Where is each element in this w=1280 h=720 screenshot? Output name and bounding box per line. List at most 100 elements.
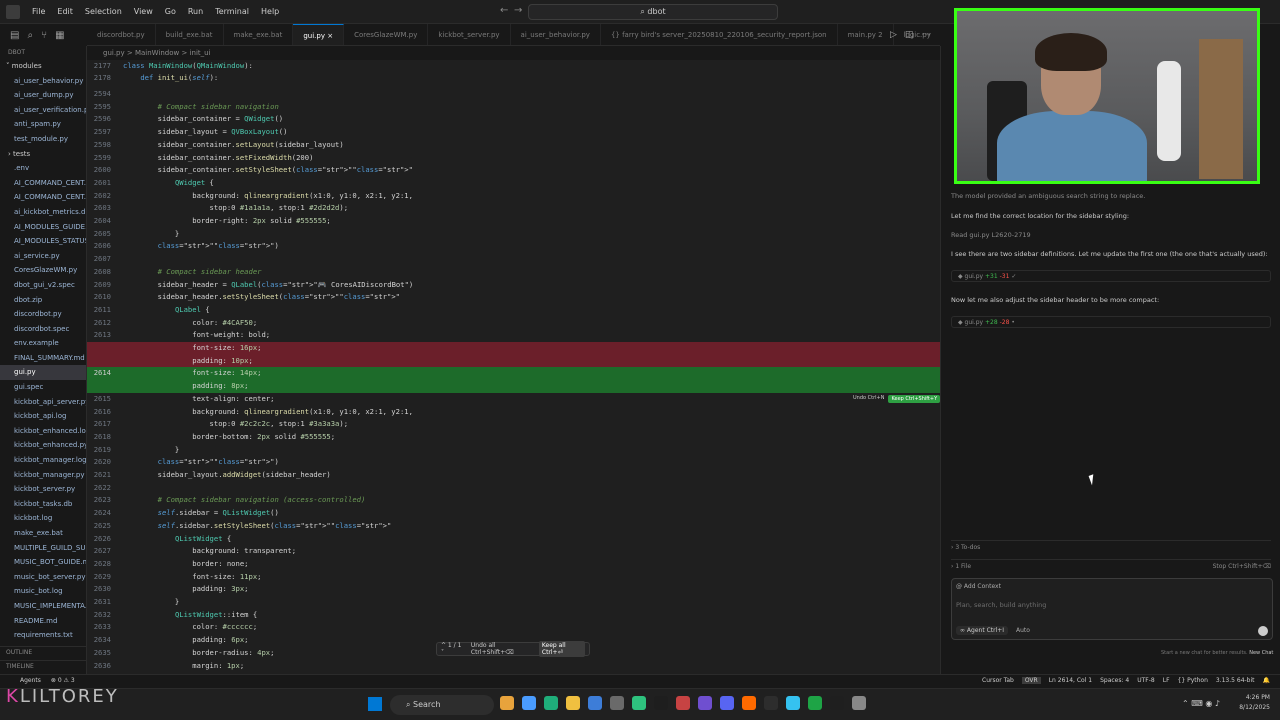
new-chat-link[interactable]: New Chat <box>1249 650 1273 656</box>
status-right-1[interactable]: OVR <box>1021 677 1041 684</box>
taskbar-search[interactable]: ⌕ Search <box>390 695 494 715</box>
status-right-6[interactable]: {} Python <box>1178 677 1208 684</box>
folder-modules[interactable]: ˅ modules <box>0 59 86 74</box>
file-item[interactable]: make_exe.bat <box>0 526 86 541</box>
code-line[interactable]: 2623 # Compact sidebar navigation (acces… <box>87 494 940 507</box>
menu-help[interactable]: Help <box>255 7 285 16</box>
taskbar-app-icon[interactable] <box>808 696 822 710</box>
inline-keep-button[interactable]: Keep Ctrl+Shift+Y <box>888 395 941 403</box>
taskbar-app-icon[interactable] <box>544 696 558 710</box>
file-item[interactable]: kickbot_enhanced.log <box>0 424 86 439</box>
send-icon[interactable] <box>1258 626 1268 636</box>
file-item[interactable]: AI_COMMAND_CENT... <box>0 190 86 205</box>
code-line[interactable]: 2622 <box>87 482 940 495</box>
file-item[interactable]: dbot.zip <box>0 293 86 308</box>
taskbar-app-icon[interactable] <box>654 696 668 710</box>
taskbar-app-icon[interactable] <box>566 696 580 710</box>
added-line[interactable]: padding: 8px; <box>87 380 940 393</box>
stop-button[interactable]: Stop Ctrl+Shift+⌫ <box>1213 560 1271 574</box>
status-left-0[interactable]: Agents <box>20 677 41 684</box>
status-right-0[interactable]: Cursor Tab <box>982 677 1014 684</box>
code-line[interactable]: 2606 class="str">""class="str">") <box>87 240 940 253</box>
edit-summary[interactable]: ◆ gui.py +31 -31 ✓ <box>951 270 1271 282</box>
menu-terminal[interactable]: Terminal <box>209 7 255 16</box>
agent-mode-select[interactable]: ∞ Agent Ctrl+I <box>956 626 1009 635</box>
code-line[interactable]: 2633 color: #cccccc; <box>87 621 940 634</box>
code-line[interactable]: 2617 stop:0 #2c2c2c, stop:1 #3a3a3a); <box>87 418 940 431</box>
taskbar-app-icon[interactable] <box>742 696 756 710</box>
taskbar-app-icon[interactable] <box>852 696 866 710</box>
taskbar-app-icon[interactable] <box>588 696 602 710</box>
tab-6[interactable]: ai_user_behavior.py <box>511 24 601 45</box>
code-line[interactable]: 2609 sidebar_header = QLabel(class="str"… <box>87 279 940 292</box>
taskbar-app-icon[interactable] <box>698 696 712 710</box>
file-item[interactable]: test_module.py <box>0 132 86 147</box>
file-item[interactable]: kickbot_manager.py <box>0 468 86 483</box>
menu-file[interactable]: File <box>26 7 51 16</box>
added-line[interactable]: 2614 font-size: 14px; <box>87 367 940 381</box>
taskbar-app-icon[interactable] <box>830 696 844 710</box>
tab-0[interactable]: discordbot.py <box>87 24 156 45</box>
deleted-line[interactable]: padding: 10px; <box>87 354 940 368</box>
tab-5[interactable]: kickbot_server.py <box>428 24 511 45</box>
menu-go[interactable]: Go <box>159 7 182 16</box>
file-item[interactable]: kickbot_api.log <box>0 409 86 424</box>
file-item[interactable]: AI_COMMAND_CENT... <box>0 176 86 191</box>
file-item[interactable]: README.md <box>0 614 86 629</box>
file-item[interactable]: MULTIPLE_GUILD_SU... <box>0 541 86 556</box>
code-line[interactable]: 2627 background: transparent; <box>87 545 940 558</box>
code-line[interactable]: 2611 QLabel { <box>87 304 940 317</box>
status-right-5[interactable]: LF <box>1163 677 1170 684</box>
edit-summary[interactable]: ◆ gui.py +28 -28 • <box>951 316 1271 328</box>
undo-all-button[interactable]: Undo all Ctrl+Shift+⌫ <box>471 642 531 656</box>
code-line[interactable]: 2602 background: qlineargradient(x1:0, y… <box>87 190 940 203</box>
status-left-1[interactable]: ⊗ 0 ⚠ 3 <box>51 677 75 684</box>
folder-item[interactable]: › tests <box>0 147 86 162</box>
file-item[interactable]: kickbot.log <box>0 511 86 526</box>
status-right-8[interactable]: 🔔 <box>1263 677 1270 684</box>
file-item[interactable]: .env <box>0 161 86 176</box>
source-control-icon[interactable]: ⑂ <box>41 30 47 41</box>
code-line[interactable]: 2599 sidebar_container.setFixedWidth(200… <box>87 152 940 165</box>
code-line[interactable]: 2604 border-right: 2px solid #555555; <box>87 215 940 228</box>
chat-input[interactable]: @ Add Context Plan, search, build anythi… <box>951 578 1273 640</box>
code-line[interactable]: 2619 } <box>87 444 940 457</box>
tab-4[interactable]: CoresGlazeWM.py <box>344 24 429 45</box>
code-line[interactable]: 2610 sidebar_header.setStyleSheet(class=… <box>87 291 940 304</box>
tab-7[interactable]: {} farry bird's server_20250810_220106_s… <box>601 24 838 45</box>
code-line[interactable]: 2612 color: #4CAF50; <box>87 317 940 330</box>
code-line[interactable]: 2630 padding: 3px; <box>87 583 940 596</box>
menu-selection[interactable]: Selection <box>79 7 128 16</box>
windows-start-icon[interactable] <box>368 697 382 711</box>
deleted-line[interactable]: font-size: 16px; <box>87 342 940 355</box>
file-item[interactable]: ai_user_behavior.py <box>0 74 86 89</box>
code-line[interactable]: 2628 border: none; <box>87 558 940 571</box>
file-item[interactable]: env.example <box>0 336 86 351</box>
sticky-scroll-line[interactable]: 2178 def init_ui(self): <box>87 72 940 84</box>
code-line[interactable]: 2601 QWidget { <box>87 177 940 190</box>
code-line[interactable]: 2616 background: qlineargradient(x1:0, y… <box>87 406 940 419</box>
menu-view[interactable]: View <box>128 7 159 16</box>
code-line[interactable]: 2607 <box>87 253 940 266</box>
breadcrumb[interactable]: gui.py > MainWindow > init_ui <box>87 46 940 60</box>
file-item[interactable]: ai_service.py <box>0 249 86 264</box>
code-line[interactable]: 2605 } <box>87 228 940 241</box>
tab-8[interactable]: main.py 2 <box>838 24 894 45</box>
taskbar-app-icon[interactable] <box>610 696 624 710</box>
diff-nav[interactable]: ^ 1 / 1 ˅ <box>441 642 463 656</box>
code-editor[interactable]: 2177 class MainWindow(QMainWindow): 2178 d… <box>87 60 940 674</box>
timeline-section[interactable]: TIMELINE <box>0 660 87 672</box>
clock[interactable]: 4:26 PM 8/12/2025 <box>1239 693 1270 713</box>
todos-toggle[interactable]: › 3 To-dos <box>951 540 1271 554</box>
taskbar-app-icon[interactable] <box>764 696 778 710</box>
code-line[interactable]: 2608 # Compact sidebar header <box>87 266 940 279</box>
code-line[interactable]: 2624 self.sidebar = QListWidget() <box>87 507 940 520</box>
code-line[interactable]: 2594 <box>87 88 940 101</box>
file-item[interactable]: AI_MODULES_GUIDE... <box>0 220 86 235</box>
file-item[interactable]: CoresGlazeWM.py <box>0 263 86 278</box>
code-line[interactable]: 2598 sidebar_container.setLayout(sidebar… <box>87 139 940 152</box>
file-item[interactable]: discordbot.spec <box>0 322 86 337</box>
file-item[interactable]: kickbot_api_server.py <box>0 395 86 410</box>
tab-2[interactable]: make_exe.bat <box>224 24 294 45</box>
split-editor-icon[interactable]: ◫ <box>905 30 914 40</box>
